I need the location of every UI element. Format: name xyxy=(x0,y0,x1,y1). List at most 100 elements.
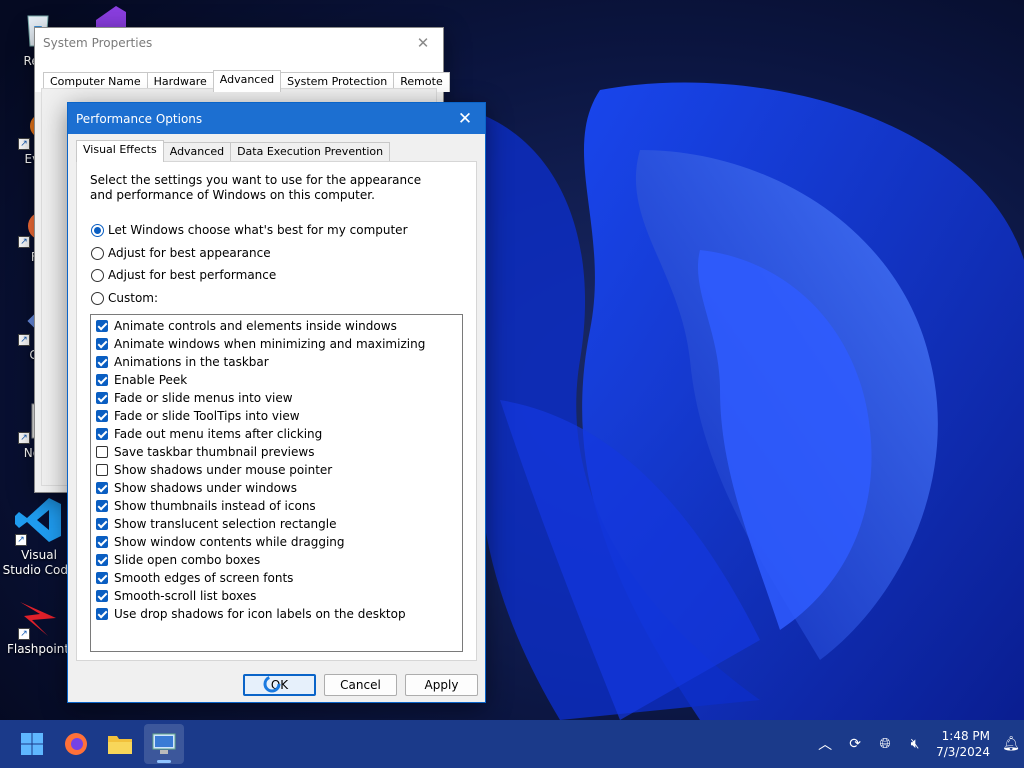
tab-data-execution-prevention[interactable]: Data Execution Prevention xyxy=(230,142,391,162)
apply-button[interactable]: Apply xyxy=(405,674,478,696)
effect-label: Show shadows under mouse pointer xyxy=(114,463,333,477)
shortcut-arrow-icon: ↗ xyxy=(15,534,27,546)
effect-checkbox[interactable] xyxy=(96,374,108,386)
close-button[interactable]: ✕ xyxy=(403,28,443,58)
effect-item[interactable]: Smooth-scroll list boxes xyxy=(91,587,462,605)
sync-icon[interactable]: ⟳ xyxy=(840,724,870,764)
notification-bell-icon[interactable]: 🔔︎ xyxy=(998,724,1024,764)
effect-label: Smooth edges of screen fonts xyxy=(114,571,294,585)
system-properties-title: System Properties xyxy=(43,36,153,50)
effect-item[interactable]: Animate controls and elements inside win… xyxy=(91,317,462,335)
effect-item[interactable]: Save taskbar thumbnail previews xyxy=(91,443,462,461)
radio-best-appearance[interactable]: Adjust for best appearance xyxy=(91,246,271,260)
effect-item[interactable]: Show thumbnails instead of icons xyxy=(91,497,462,515)
system-properties-tabs: Computer Name Hardware Advanced System P… xyxy=(35,58,450,92)
desktop-icon-vscode[interactable]: ↗ Visual Studio Code xyxy=(1,496,77,578)
effect-label: Fade or slide ToolTips into view xyxy=(114,409,300,423)
shortcut-arrow-icon: ↗ xyxy=(18,334,30,346)
clock-date: 7/3/2024 xyxy=(936,745,990,759)
effect-label: Show window contents while dragging xyxy=(114,535,345,549)
effect-checkbox[interactable] xyxy=(96,392,108,404)
effect-label: Fade or slide menus into view xyxy=(114,391,293,405)
radio-indicator xyxy=(91,246,104,260)
effect-label: Slide open combo boxes xyxy=(114,553,261,567)
performance-options-title: Performance Options xyxy=(76,111,203,126)
taskbar: ︿ ⟳ 🌐︎ 🔇︎ 1:48 PM 7/3/2024 🔔︎ xyxy=(0,720,1024,768)
effect-checkbox[interactable] xyxy=(96,482,108,494)
radio-label: Let Windows choose what's best for my co… xyxy=(108,223,408,237)
performance-options-titlebar[interactable]: Performance Options ✕ xyxy=(68,103,485,134)
system-tray: ︿ ⟳ 🌐︎ 🔇︎ 1:48 PM 7/3/2024 🔔︎ xyxy=(810,720,1024,768)
effect-checkbox[interactable] xyxy=(96,338,108,350)
effect-checkbox[interactable] xyxy=(96,410,108,422)
effect-checkbox[interactable] xyxy=(96,572,108,584)
radio-indicator xyxy=(91,268,104,282)
clock-time: 1:48 PM xyxy=(941,729,990,743)
effect-item[interactable]: Slide open combo boxes xyxy=(91,551,462,569)
effect-label: Show shadows under windows xyxy=(114,481,297,495)
desktop-icon-label: Visual Studio Code xyxy=(2,548,76,577)
clock[interactable]: 1:48 PM 7/3/2024 xyxy=(930,728,998,760)
effect-checkbox[interactable] xyxy=(96,536,108,548)
visual-effects-list[interactable]: Animate controls and elements inside win… xyxy=(90,314,463,652)
effect-item[interactable]: Animate windows when minimizing and maxi… xyxy=(91,335,462,353)
file-explorer-taskbar-button[interactable] xyxy=(100,724,140,764)
radio-label: Adjust for best performance xyxy=(108,268,277,282)
effect-label: Animations in the taskbar xyxy=(114,355,269,369)
effect-label: Fade out menu items after clicking xyxy=(114,427,323,441)
desktop-icon-label: Flashpoint xyxy=(6,642,70,656)
effect-item[interactable]: Show shadows under windows xyxy=(91,479,462,497)
effect-item[interactable]: Show translucent selection rectangle xyxy=(91,515,462,533)
effect-item[interactable]: Fade or slide ToolTips into view xyxy=(91,407,462,425)
close-button[interactable]: ✕ xyxy=(445,104,485,134)
effect-label: Use drop shadows for icon labels on the … xyxy=(114,607,406,621)
tab-advanced[interactable]: Advanced xyxy=(162,142,232,162)
effect-item[interactable]: Show shadows under mouse pointer xyxy=(91,461,462,479)
effect-checkbox[interactable] xyxy=(96,500,108,512)
radio-best-performance[interactable]: Adjust for best performance xyxy=(91,268,276,282)
windows-logo-icon xyxy=(21,733,43,755)
effect-checkbox[interactable] xyxy=(96,590,108,602)
desktop-icon-flashpoint[interactable]: ↗ Flashpoint xyxy=(0,598,76,657)
effect-checkbox[interactable] xyxy=(96,554,108,566)
cancel-button[interactable]: Cancel xyxy=(324,674,397,696)
performance-options-dialog: Performance Options ✕ Visual Effects Adv… xyxy=(67,102,486,703)
network-globe-icon[interactable]: 🌐︎ xyxy=(870,724,900,764)
folder-icon xyxy=(108,736,132,754)
firefox-taskbar-button[interactable] xyxy=(56,724,96,764)
effect-item[interactable]: Enable Peek xyxy=(91,371,462,389)
start-button[interactable] xyxy=(12,724,52,764)
effect-item[interactable]: Fade or slide menus into view xyxy=(91,389,462,407)
effect-item[interactable]: Animations in the taskbar xyxy=(91,353,462,371)
system-properties-taskbar-button[interactable] xyxy=(144,724,184,764)
effect-checkbox[interactable] xyxy=(96,518,108,530)
effect-item[interactable]: Fade out menu items after clicking xyxy=(91,425,462,443)
busy-cursor-icon xyxy=(263,675,281,693)
shortcut-arrow-icon: ↗ xyxy=(18,432,30,444)
chevron-up-icon[interactable]: ︿ xyxy=(810,724,840,764)
system-properties-icon xyxy=(152,733,176,754)
volume-muted-icon[interactable]: 🔇︎ xyxy=(900,724,930,764)
system-properties-titlebar[interactable]: System Properties ✕ xyxy=(35,28,443,58)
effect-item[interactable]: Smooth edges of screen fonts xyxy=(91,569,462,587)
effect-label: Save taskbar thumbnail previews xyxy=(114,445,315,459)
effect-item[interactable]: Show window contents while dragging xyxy=(91,533,462,551)
effect-checkbox[interactable] xyxy=(96,428,108,440)
effect-label: Animate controls and elements inside win… xyxy=(114,319,397,333)
radio-selected-indicator xyxy=(91,223,104,237)
effect-checkbox[interactable] xyxy=(96,608,108,620)
effect-checkbox[interactable] xyxy=(96,446,108,458)
radio-let-windows-choose[interactable]: Let Windows choose what's best for my co… xyxy=(91,223,408,237)
radio-custom[interactable]: Custom: xyxy=(91,291,158,305)
visual-effects-description: Select the settings you want to use for … xyxy=(90,173,422,202)
effect-checkbox[interactable] xyxy=(96,356,108,368)
effect-item[interactable]: Use drop shadows for icon labels on the … xyxy=(91,605,462,623)
tab-visual-effects[interactable]: Visual Effects xyxy=(76,140,164,162)
shortcut-arrow-icon: ↗ xyxy=(18,236,30,248)
radio-label: Adjust for best appearance xyxy=(108,246,271,260)
shortcut-arrow-icon: ↗ xyxy=(18,628,30,640)
tab-advanced[interactable]: Advanced xyxy=(212,70,282,92)
effect-checkbox[interactable] xyxy=(96,320,108,332)
radio-label: Custom: xyxy=(108,291,159,305)
effect-checkbox[interactable] xyxy=(96,464,108,476)
